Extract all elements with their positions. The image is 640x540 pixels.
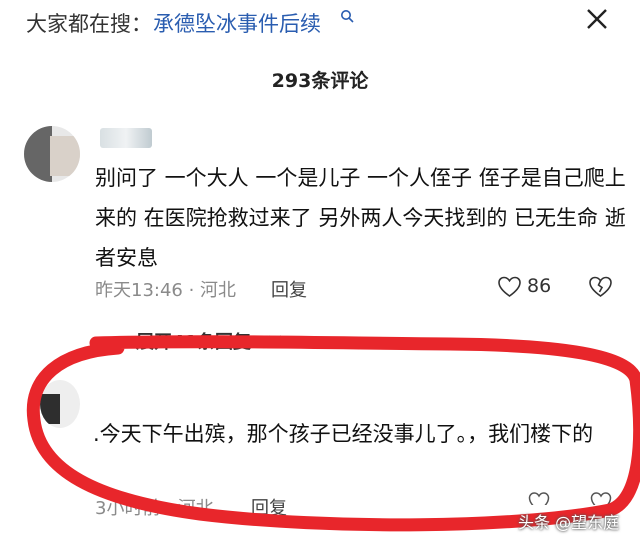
comment-count-title: 293条评论 (271, 70, 369, 92)
top-search-bar: 大家都在搜： 承德坠冰事件后续 (0, 0, 640, 44)
dislike-icon[interactable] (590, 491, 612, 505)
comment-location: 河北 (200, 280, 237, 301)
comment-time: 3小时前 (95, 498, 161, 519)
comment-text: .今天下午出殡，那个孩子已经没事儿了。，我们楼下的 (93, 422, 594, 446)
reply-button[interactable]: 回复 (271, 276, 307, 302)
search-icon[interactable] (340, 9, 354, 23)
expand-replies-button[interactable]: 展开41条回复 (136, 328, 251, 354)
divider (96, 339, 126, 340)
comment-meta: 3小时前 · 河北 (95, 498, 214, 519)
like-count: 86 (527, 275, 552, 297)
comment-meta: 昨天13:46 · 河北 (95, 280, 237, 301)
username-blurred[interactable] (100, 128, 152, 148)
comment-location: 河北 (177, 498, 214, 519)
search-suggestion-link[interactable]: 承德坠冰事件后续 (153, 8, 321, 38)
search-suggestion-prefix: 大家都在搜： (26, 12, 152, 36)
avatar[interactable] (40, 380, 80, 428)
like-icon[interactable] (528, 491, 550, 505)
avatar[interactable] (24, 126, 80, 182)
like-icon[interactable] (497, 275, 522, 299)
close-icon[interactable] (584, 6, 610, 32)
dislike-icon[interactable] (588, 275, 613, 299)
watermark: 头条 @望东庭 (518, 513, 620, 532)
comment-text: 别问了 一个大人 一个是儿子 一个人侄子 侄子是自己爬上来的 在医院抢救过来了 … (95, 166, 626, 270)
reply-button[interactable]: 回复 (251, 494, 287, 520)
chevron-down-icon[interactable] (266, 332, 284, 346)
comment-time: 昨天13:46 (95, 280, 183, 301)
